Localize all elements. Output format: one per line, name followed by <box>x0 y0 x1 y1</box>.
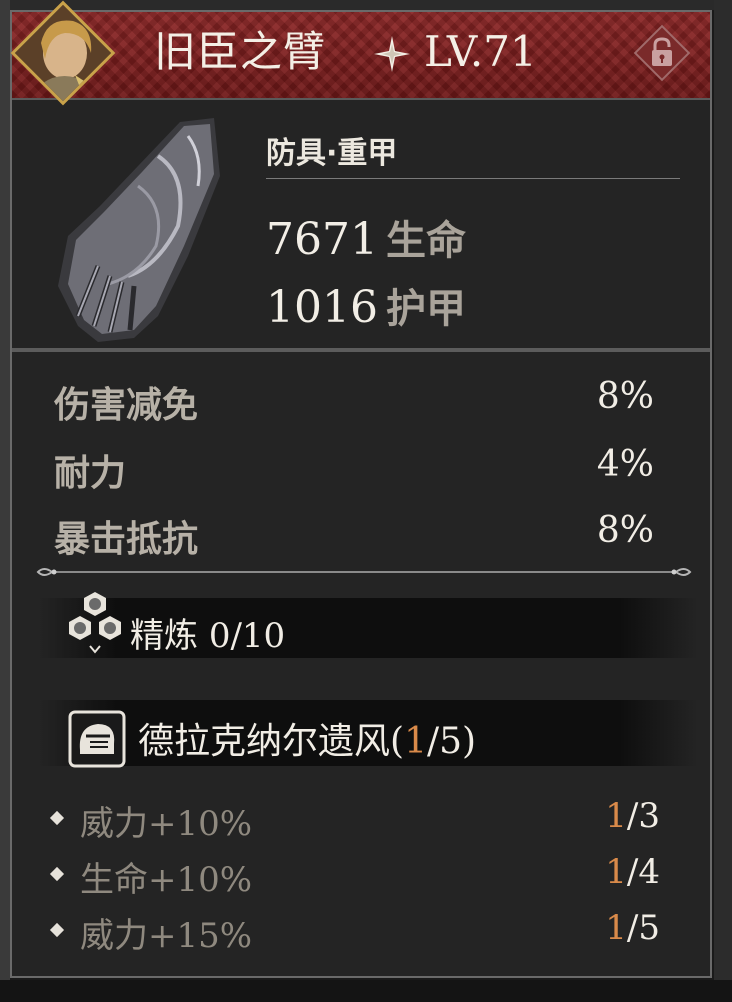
star-rank-icon <box>374 36 410 72</box>
main-stat-value: 1016 <box>266 282 378 333</box>
bonus-current: 1 <box>605 908 627 948</box>
bullet-diamond-icon <box>49 810 65 826</box>
item-header: 旧臣之臂 LV.71 <box>10 0 710 106</box>
refine-label: 精炼 0/10 <box>130 608 285 657</box>
item-name: 旧臣之臂 <box>154 27 327 76</box>
set-bonus-text: 威力+15% <box>80 916 253 956</box>
sub-stat-name: 耐力 <box>54 453 127 494</box>
background-left <box>0 0 10 1002</box>
sub-stat-value: 4% <box>596 444 654 485</box>
bonus-current: 1 <box>605 852 627 892</box>
set-current-count: 1 <box>404 721 427 762</box>
bonus-current: 1 <box>605 796 627 836</box>
set-bonus-row: 威力+15% 1/5 <box>48 908 660 956</box>
bonus-total: /5 <box>626 908 660 948</box>
set-bonus-progress: 1/5 <box>605 908 660 948</box>
set-bonus-row: 威力+10% 1/3 <box>48 796 660 844</box>
main-stat-value: 7671 <box>266 214 378 265</box>
section-divider <box>12 348 710 352</box>
sub-stat-row: 耐力 4% <box>54 444 654 494</box>
hexagon-refine-icon <box>69 592 121 654</box>
bullet-diamond-icon <box>49 866 65 882</box>
sub-stat-name: 伤害减免 <box>54 385 199 426</box>
gauntlet-item-image <box>58 118 220 342</box>
set-bonus-text: 威力+10% <box>80 804 253 844</box>
bonus-total: /4 <box>626 852 660 892</box>
sub-stat-row: 暴击抵抗 8% <box>54 510 654 560</box>
main-stat-label: 生命 <box>385 218 466 264</box>
sub-stat-name: 暴击抵抗 <box>54 519 199 560</box>
ornament-divider <box>36 568 692 576</box>
main-stat-hp: 7671 生命 <box>266 208 466 266</box>
set-bonus-row: 生命+10% 1/4 <box>48 852 660 900</box>
refine-value: 0/10 <box>208 616 286 656</box>
bonus-total: /3 <box>626 796 660 836</box>
set-open-paren: ( <box>390 721 405 762</box>
background-right <box>714 0 732 1002</box>
sub-stat-value: 8% <box>596 510 654 551</box>
sub-stat-value: 8% <box>596 376 654 417</box>
item-category: 防具·重甲 <box>266 136 398 171</box>
sub-stat-row: 伤害减免 8% <box>54 376 654 426</box>
helmet-set-icon <box>68 710 126 768</box>
refine-title: 精炼 <box>130 616 198 656</box>
background-top <box>0 0 732 10</box>
set-title: 德拉克纳尔遗风 <box>138 721 391 762</box>
set-bonus-text: 生命+10% <box>80 860 253 900</box>
set-name: 德拉克纳尔遗风(1/5) <box>138 712 476 764</box>
item-level: LV.71 <box>424 27 537 76</box>
main-stat-armor: 1016 护甲 <box>266 276 466 334</box>
set-bonus-progress: 1/4 <box>605 852 660 892</box>
category-divider <box>266 178 680 179</box>
item-tooltip-panel: 旧臣之臂 LV.71 防具·重甲 7671生命 1016护甲 伤害减免 8% <box>10 0 712 978</box>
lock-icon[interactable] <box>646 36 678 70</box>
main-stat-label: 护甲 <box>385 286 466 332</box>
bullet-diamond-icon <box>49 922 65 938</box>
set-total-count: /5) <box>426 721 477 762</box>
character-portrait[interactable] <box>10 0 116 106</box>
background-bottom <box>0 980 732 1002</box>
set-bonus-progress: 1/3 <box>605 796 660 836</box>
